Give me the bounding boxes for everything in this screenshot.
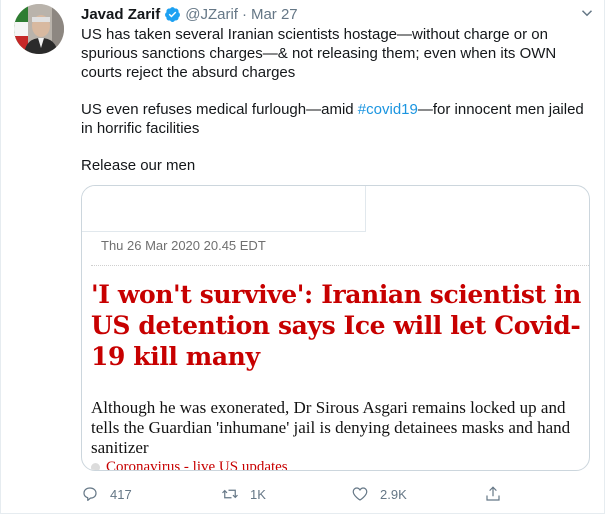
card-related-link-label: Coronavirus - live US updates [106,459,288,471]
reply-icon [83,487,97,501]
chevron-down-icon[interactable] [578,4,596,22]
hashtag-link[interactable]: #covid19 [358,101,418,118]
tweet-paragraph-3: Release our men [81,157,196,174]
card-standfirst: Although he was exonerated, Dr Sirous As… [91,398,571,457]
card-dateline: Thu 26 Mar 2020 20.45 EDT [101,238,266,253]
separator-dot: · [241,5,247,23]
link-preview-card[interactable]: Thu 26 Mar 2020 20.45 EDT 'I won't survi… [81,185,590,471]
card-thumbnail [82,186,366,232]
retweet-button[interactable]: 1K [221,485,266,503]
avatar-photo [14,4,64,54]
author-handle[interactable]: @JZarif [185,6,238,23]
reply-count: 417 [110,486,132,502]
retweet-icon [222,489,238,499]
tweet-header: Javad Zarif @JZarif · Mar 27 [81,4,574,24]
reply-button[interactable]: 417 [81,485,132,503]
tweet-date[interactable]: Mar 27 [251,6,298,23]
verified-badge-icon [165,6,181,22]
share-icon [486,486,500,501]
retweet-count: 1K [250,486,266,502]
tweet-text: US has taken several Iranian scientists … [81,25,596,193]
like-button[interactable]: 2.9K [351,485,407,503]
author-name[interactable]: Javad Zarif [81,6,160,23]
tweet-text-segment: US even refuses medical furlough—amid [81,101,358,118]
like-count: 2.9K [380,486,407,502]
tweet-paragraph-1: US has taken several Iranian scientists … [81,26,557,81]
card-headline: 'I won't survive': Iranian scientist in … [91,280,581,371]
tweet-actions: 417 1K 2.9K [81,484,521,504]
avatar[interactable] [14,4,64,54]
like-icon [352,487,368,501]
tweet-paragraph-2: US even refuses medical furlough—amid #c… [81,100,596,138]
bullet-icon [91,463,100,470]
card-related-link: Coronavirus - live US updates [91,459,288,471]
share-button[interactable] [484,485,513,503]
card-divider [91,265,589,266]
tweet-container[interactable]: Javad Zarif @JZarif · Mar 27 US has take… [0,0,605,514]
